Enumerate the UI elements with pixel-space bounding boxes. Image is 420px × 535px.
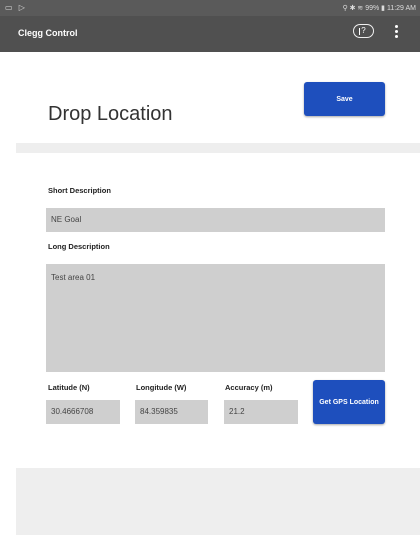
help-icon-divider <box>359 28 360 35</box>
longitude-label: Longitude (W) <box>136 383 187 392</box>
section-divider <box>16 143 420 153</box>
help-icon-glyph: ? <box>361 26 366 35</box>
more-vert-icon[interactable] <box>392 25 400 41</box>
latitude-field[interactable]: 30.4666708 <box>46 400 120 424</box>
menu-dot <box>394 25 398 28</box>
page-title: Drop Location <box>48 103 173 126</box>
accuracy-label: Accuracy (m) <box>225 383 273 392</box>
short-description-field[interactable]: NE Goal <box>46 208 385 232</box>
get-gps-location-button[interactable]: Get GPS Location <box>313 380 385 424</box>
save-button[interactable]: Save <box>304 82 385 116</box>
menu-dot <box>394 30 398 33</box>
status-icons-left: ▭ ▷ <box>5 3 27 12</box>
accuracy-field[interactable]: 21.2 <box>224 400 298 424</box>
long-description-field[interactable]: Test area 01 <box>46 264 385 372</box>
latitude-label: Latitude (N) <box>48 383 90 392</box>
status-icons-right: ⚲ ✱ ≋ 99% ▮ 11:29 AM <box>342 5 417 12</box>
app-title: Clegg Control <box>18 28 78 38</box>
long-description-label: Long Description <box>48 242 110 251</box>
footer-panel <box>16 468 420 535</box>
status-bar: ▭ ▷ ⚲ ✱ ≋ 99% ▮ 11:29 AM <box>0 0 420 16</box>
short-description-label: Short Description <box>48 186 111 195</box>
help-icon[interactable]: ? <box>353 24 374 38</box>
menu-dot <box>394 35 398 38</box>
app-bar: Clegg Control ? <box>0 16 420 52</box>
longitude-field[interactable]: 84.359835 <box>135 400 208 424</box>
